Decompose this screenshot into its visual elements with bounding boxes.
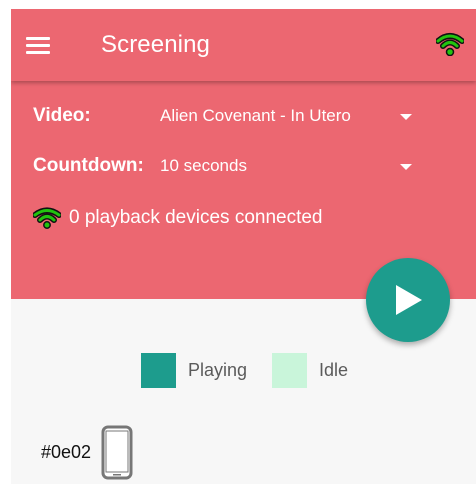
device-connection-status: 0 playback devices connected	[33, 207, 323, 229]
countdown-dropdown-caret-icon[interactable]	[400, 164, 412, 170]
app-screen: Screening Video: Alien Covenant - In Ute…	[11, 9, 476, 484]
idle-swatch	[272, 353, 308, 388]
playing-swatch	[141, 353, 176, 388]
app-bar: Screening	[11, 9, 476, 81]
page-title: Screening	[101, 31, 210, 58]
play-icon	[396, 285, 422, 315]
legend-item-idle: Idle	[272, 353, 348, 388]
wifi-connected-icon	[436, 33, 464, 56]
video-select[interactable]: Alien Covenant - In Utero	[160, 106, 351, 126]
video-dropdown-caret-icon[interactable]	[400, 114, 412, 120]
status-legend: Playing Idle	[141, 353, 373, 388]
legend-playing-label: Playing	[188, 360, 248, 380]
countdown-label: Countdown:	[33, 155, 144, 176]
video-label: Video:	[33, 105, 91, 126]
legend-idle-label: Idle	[319, 360, 349, 380]
wifi-status-icon	[33, 207, 61, 229]
device-list-item[interactable]: #0e02	[41, 425, 133, 480]
hamburger-menu-icon[interactable]	[26, 37, 50, 55]
phone-icon	[101, 425, 133, 480]
devices-status-text: 0 playback devices connected	[69, 207, 323, 228]
countdown-select[interactable]: 10 seconds	[160, 156, 247, 176]
legend-item-playing: Playing	[141, 353, 247, 388]
device-id: #0e02	[41, 442, 92, 462]
play-button[interactable]	[366, 258, 450, 342]
